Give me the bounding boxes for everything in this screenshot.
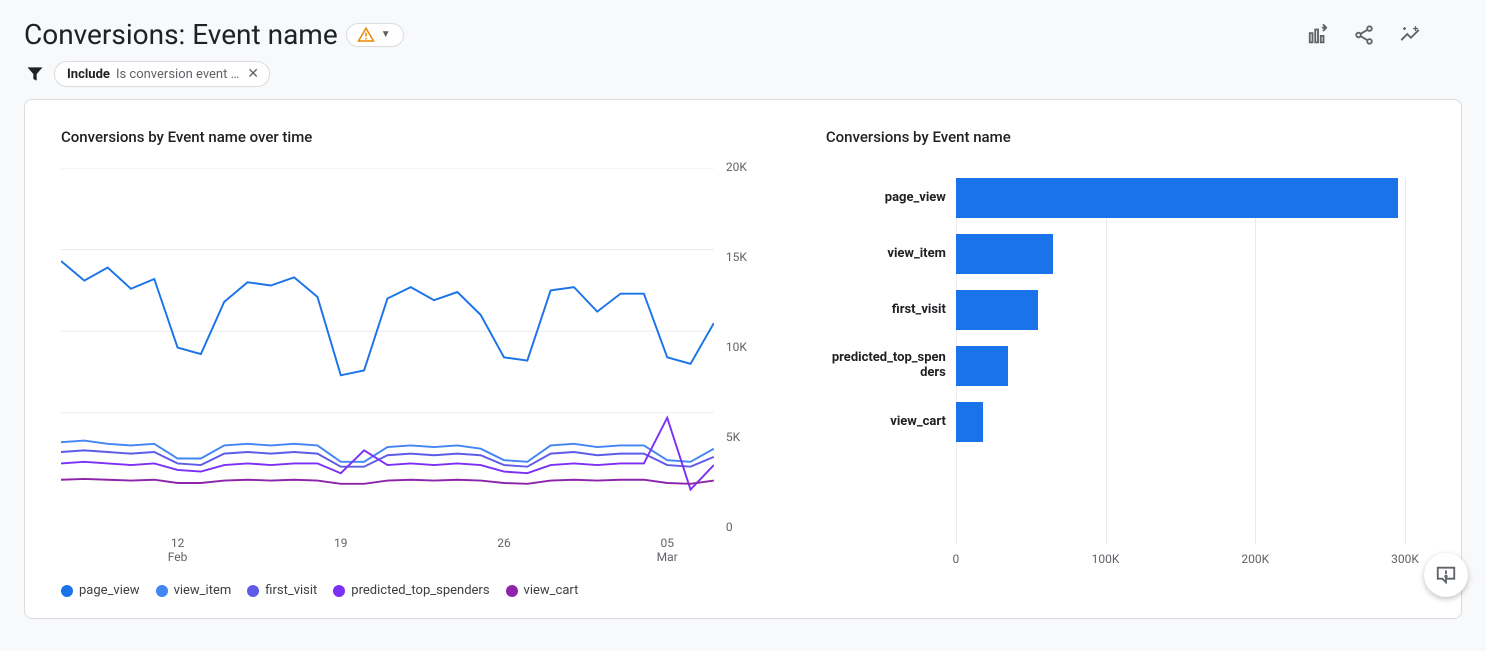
filter-chip-text: Is conversion event … [116, 67, 239, 82]
close-icon[interactable]: ✕ [245, 66, 261, 82]
bar-row-page_view[interactable]: page_view [956, 178, 1405, 218]
line-chart-title: Conversions by Event name over time [61, 128, 766, 146]
bar-chart-x-axis: 0100K200K300K [956, 552, 1405, 568]
legend-dot-icon [333, 585, 345, 597]
warning-triangle-icon [357, 26, 375, 44]
x-tick: 19 [334, 536, 348, 550]
bar-row-first_visit[interactable]: first_visit [956, 290, 1405, 330]
y-tick: 0 [726, 520, 766, 534]
bar-label: view_item [830, 247, 956, 262]
header-actions [1306, 23, 1462, 47]
legend-item-predicted_top_spenders[interactable]: predicted_top_spenders [333, 583, 489, 598]
bar-gridline [1405, 178, 1406, 544]
bar-chart[interactable]: page_viewview_itemfirst_visitpredicted_t… [826, 168, 1425, 594]
y-tick: 5K [726, 430, 766, 444]
bar-label: view_cart [830, 415, 956, 430]
insights-icon[interactable] [1398, 23, 1422, 47]
page-title: Conversions: Event name [24, 18, 338, 51]
legend-item-page_view[interactable]: page_view [61, 583, 140, 598]
series-view_cart [61, 479, 714, 484]
filter-chip-include[interactable]: Include Is conversion event … ✕ [54, 61, 270, 87]
line-chart-x-axis: 12Feb 19 26 05Mar [61, 536, 714, 564]
bar-label: page_view [830, 191, 956, 206]
bar-x-tick: 100K [1092, 552, 1120, 566]
legend-dot-icon [506, 585, 518, 597]
series-page_view [61, 261, 714, 375]
bar-x-tick: 300K [1391, 552, 1419, 566]
legend-label: predicted_top_spenders [351, 583, 489, 598]
legend-label: page_view [79, 583, 140, 598]
legend-label: view_item [174, 583, 232, 598]
share-icon[interactable] [1352, 23, 1376, 47]
bar-x-tick: 0 [952, 552, 959, 566]
x-tick: 12Feb [168, 536, 188, 565]
legend-item-first_visit[interactable]: first_visit [247, 583, 317, 598]
y-tick: 20K [726, 160, 766, 174]
bar-rect [956, 234, 1053, 274]
feedback-button[interactable] [1424, 553, 1468, 597]
line-chart-svg [61, 168, 714, 494]
bar-chart-title: Conversions by Event name [826, 128, 1425, 146]
line-chart-legend: page_view view_item first_visit predicted_t… [61, 583, 766, 598]
bar-rect [956, 402, 983, 442]
bar-row-view_cart[interactable]: view_cart [956, 402, 1405, 442]
y-tick: 10K [726, 340, 766, 354]
customize-report-icon[interactable] [1306, 23, 1330, 47]
filter-bar: Include Is conversion event … ✕ [0, 57, 1486, 99]
page: Conversions: Event name ▼ Include Is c [0, 0, 1486, 651]
thresholding-warning-dropdown[interactable]: ▼ [346, 23, 404, 47]
bar-row-predicted_top_spenders[interactable]: predicted_top_spenders [956, 346, 1405, 386]
report-card: Conversions by Event name over time 20K 1… [24, 99, 1462, 619]
legend-item-view_item[interactable]: view_item [156, 583, 232, 598]
y-tick: 15K [726, 250, 766, 264]
line-chart-panel: Conversions by Event name over time 20K 1… [61, 128, 766, 594]
chevron-down-icon: ▼ [381, 29, 391, 40]
x-tick: 26 [497, 536, 511, 550]
legend-label: view_cart [524, 583, 579, 598]
bar-rect [956, 178, 1398, 218]
bar-x-tick: 200K [1241, 552, 1269, 566]
x-tick: 05Mar [657, 536, 678, 565]
bar-chart-panel: Conversions by Event name page_view view_… [826, 128, 1425, 594]
filter-icon[interactable] [24, 63, 46, 85]
line-chart-y-axis: 20K 15K 10K 5K 0 [718, 160, 766, 534]
line-chart[interactable]: 20K15K10K5K0 12Feb192605Mar page_viewvie… [61, 168, 766, 594]
bar-row-view_item[interactable]: view_item [956, 234, 1405, 274]
filter-chip-label: Include [67, 67, 110, 82]
bar-rect [956, 290, 1038, 330]
bar-label: first_visit [830, 303, 956, 318]
series-view_item [61, 441, 714, 462]
legend-label: first_visit [265, 583, 317, 598]
legend-dot-icon [61, 585, 73, 597]
bar-rect [956, 346, 1008, 386]
page-header: Conversions: Event name ▼ [0, 0, 1486, 57]
bar-chart-plot: page_view view_item first_visit predicted_t… [956, 178, 1405, 544]
legend-item-view_cart[interactable]: view_cart [506, 583, 579, 598]
legend-dot-icon [156, 585, 168, 597]
legend-dot-icon [247, 585, 259, 597]
bar-label: predicted_top_spenders [830, 351, 956, 381]
